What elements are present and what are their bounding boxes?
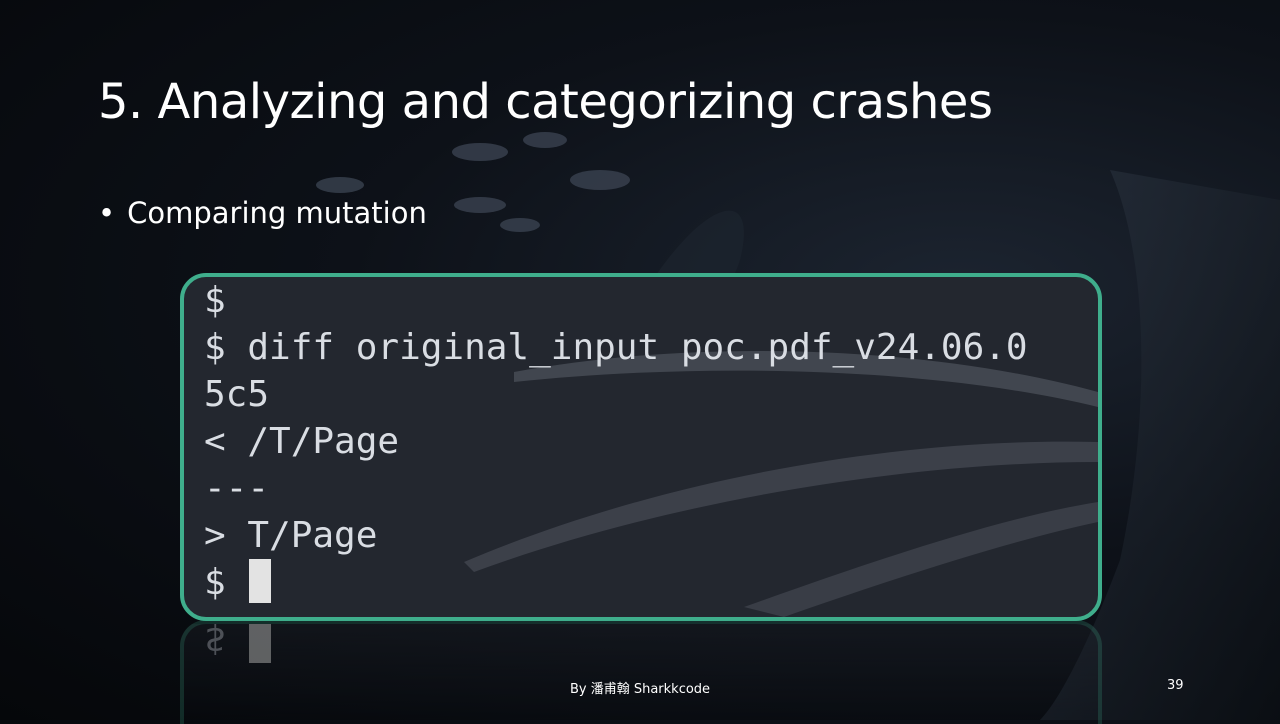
reflection-cursor (249, 624, 272, 663)
reflection-text: $ (204, 620, 272, 663)
terminal-prompt: $ (204, 562, 248, 603)
terminal-output: $ $ diff original_input poc.pdf_v24.06.0… (204, 277, 1028, 606)
terminal-line: $ diff original_input poc.pdf_v24.06.0 (204, 327, 1028, 368)
terminal-line: $ (204, 280, 226, 321)
terminal-reflection: $ (180, 620, 1102, 724)
terminal-prompt-line: $ (204, 559, 1028, 606)
terminal-cursor (249, 559, 272, 603)
bullet-text: Comparing mutation (127, 196, 427, 230)
terminal-line: 5c5 (204, 374, 270, 415)
terminal-line: > T/Page (204, 515, 378, 556)
page-number: 39 (1167, 678, 1184, 693)
footer-credit: By 潘甫翰 Sharkkcode (569, 682, 711, 697)
terminal-line: --- (204, 468, 270, 509)
reflection-prompt: $ (204, 620, 248, 660)
terminal-line: < /T/Page (204, 421, 400, 462)
terminal-screenshot: $ $ diff original_input poc.pdf_v24.06.0… (180, 273, 1102, 621)
bullet-item: • Comparing mutation (98, 196, 427, 230)
slide-title: 5. Analyzing and categorizing crashes (98, 74, 993, 130)
bullet-marker: • (98, 196, 116, 230)
